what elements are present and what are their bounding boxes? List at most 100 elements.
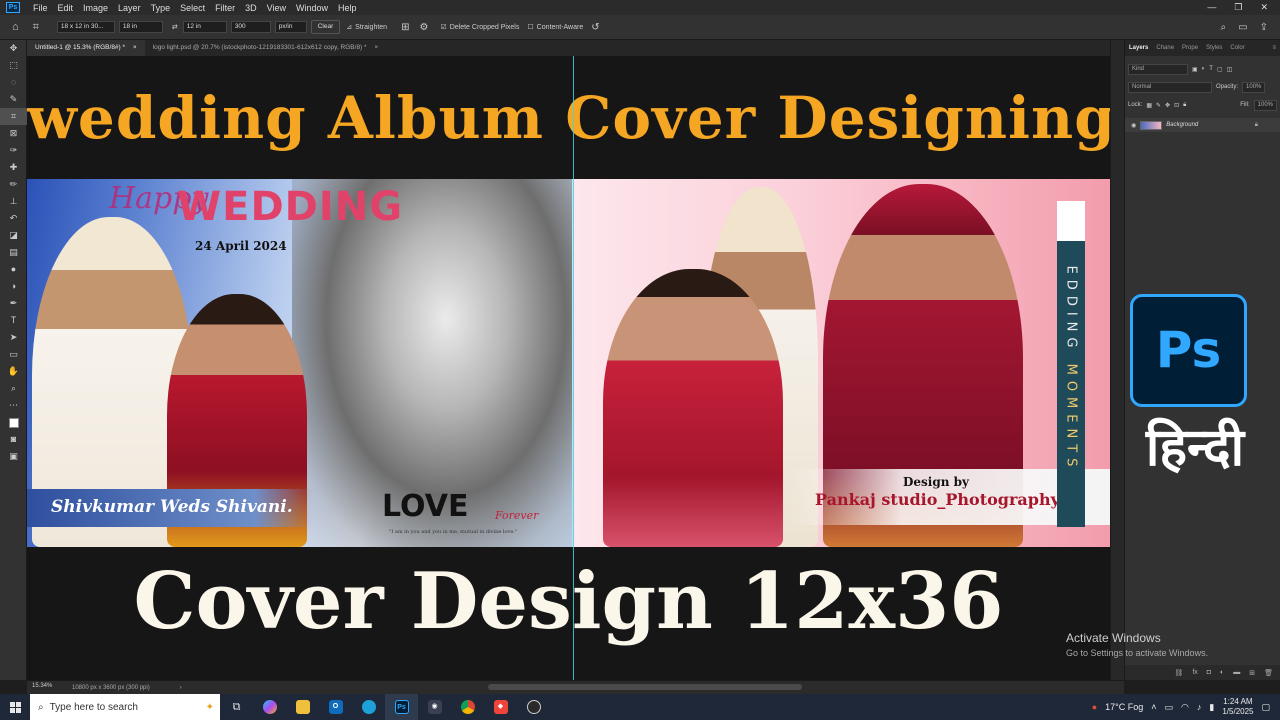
undo-reset-icon[interactable]: ↺ — [591, 22, 599, 33]
lock-artboard-icon[interactable]: ⊡ — [1174, 102, 1179, 109]
kind-filter-select[interactable]: Kind — [1128, 63, 1188, 75]
gear-icon[interactable]: ⚙ — [419, 22, 428, 33]
swap-icon[interactable]: ⇄ — [172, 23, 178, 31]
task-view-icon[interactable]: ⧉ — [220, 694, 253, 720]
lasso-tool-icon[interactable]: ◌ — [0, 74, 27, 91]
chrome-icon[interactable] — [451, 694, 484, 720]
zoom-level[interactable]: 15.34% — [32, 683, 52, 689]
pen-tool-icon[interactable]: ✒ — [0, 295, 27, 312]
new-layer-icon[interactable]: ⊞ — [1249, 669, 1255, 677]
tab-layers[interactable]: Layers — [1125, 45, 1152, 51]
move-tool-icon[interactable]: ✥ — [0, 40, 27, 57]
straighten-icon[interactable]: ⊿ — [346, 23, 352, 31]
document-size[interactable]: 10800 px x 3600 px (300 ppi) — [72, 685, 150, 691]
share-icon[interactable]: ⇪ — [1260, 22, 1268, 33]
photoshop-taskbar-icon[interactable]: Ps — [385, 694, 418, 720]
workspace-icon[interactable]: ▭ — [1238, 22, 1247, 33]
delete-layer-icon[interactable]: 🗑︎ — [1264, 669, 1273, 677]
tab-logo-light[interactable]: logo light.psd @ 20.7% (istockphoto-1219… — [145, 40, 387, 56]
content-aware-checkbox[interactable]: ☐ — [527, 23, 533, 31]
close-tab-icon[interactable]: × — [374, 44, 378, 51]
hand-tool-icon[interactable]: ✋ — [0, 363, 27, 380]
gradient-tool-icon[interactable]: ▤ — [0, 244, 27, 261]
close-tab-icon[interactable]: × — [133, 44, 137, 51]
tab-properties[interactable]: Prope — [1178, 45, 1202, 51]
menu-file[interactable]: File — [28, 3, 53, 13]
brush-tool-icon[interactable]: ✏ — [0, 176, 27, 193]
rectangle-tool-icon[interactable]: ▭ — [0, 346, 27, 363]
lock-move-icon[interactable]: ✥ — [1165, 102, 1170, 109]
copilot-icon[interactable] — [253, 694, 286, 720]
opacity-field[interactable]: 100% — [1242, 81, 1266, 93]
quick-mask-icon[interactable]: ◙ — [0, 431, 27, 448]
edge-icon[interactable] — [352, 694, 385, 720]
menu-3d[interactable]: 3D — [240, 3, 262, 13]
filter-type-icon[interactable]: T — [1209, 66, 1213, 72]
healing-brush-icon[interactable]: ✚ — [0, 159, 27, 176]
volume-icon[interactable]: ♪ — [1197, 702, 1202, 712]
horizontal-scrollbar[interactable] — [488, 684, 802, 690]
weather-icon[interactable]: ● — [1092, 702, 1097, 712]
menu-view[interactable]: View — [262, 3, 291, 13]
menu-type[interactable]: Type — [146, 3, 176, 13]
type-tool-icon[interactable]: T — [0, 312, 27, 329]
delete-cropped-checkbox[interactable]: ☑ — [440, 23, 446, 31]
marquee-tool-icon[interactable]: ⬚ — [0, 57, 27, 74]
maximize-icon[interactable]: ❐ — [1234, 2, 1242, 13]
path-select-icon[interactable]: ➤ — [0, 329, 27, 346]
photoshop-logo-icon[interactable]: Ps — [6, 2, 20, 13]
camera-app-icon[interactable]: ◉ — [418, 694, 451, 720]
network-icon[interactable]: ▭ — [1165, 702, 1174, 713]
layer-row-background[interactable]: ◉ Background 🔒︎ — [1125, 118, 1280, 132]
menu-filter[interactable]: Filter — [210, 3, 240, 13]
menu-image[interactable]: Image — [78, 3, 113, 13]
add-mask-icon[interactable]: ◘ — [1207, 669, 1211, 676]
tab-channels[interactable]: Chane — [1152, 45, 1178, 51]
crop-tool-icon[interactable]: ⌗ — [33, 21, 39, 34]
lock-all-icon[interactable]: 🔒︎ — [1183, 102, 1186, 109]
quick-select-tool-icon[interactable]: ✎ — [0, 91, 27, 108]
layer-style-icon[interactable]: fx — [1192, 669, 1197, 676]
file-explorer-icon[interactable] — [286, 694, 319, 720]
app-circle-icon[interactable] — [517, 694, 550, 720]
lock-paint-icon[interactable]: ✎ — [1156, 102, 1161, 109]
filter-adjust-icon[interactable]: ◐ — [1202, 66, 1206, 72]
frame-tool-icon[interactable]: ⊠ — [0, 125, 27, 142]
menu-help[interactable]: Help — [333, 3, 362, 13]
link-layers-icon[interactable]: ⛓ — [1174, 669, 1183, 677]
dodge-tool-icon[interactable]: ◑ — [0, 278, 27, 295]
screen-mode-icon[interactable]: ▣ — [0, 448, 27, 465]
blur-tool-icon[interactable]: ● — [0, 261, 27, 278]
menu-window[interactable]: Window — [291, 3, 333, 13]
home-icon[interactable]: ⌂ — [12, 21, 19, 33]
clock[interactable]: 1:24 AM 1/5/2025 — [1222, 697, 1253, 717]
eraser-tool-icon[interactable]: ◪ — [0, 227, 27, 244]
layer-name[interactable]: Background — [1166, 122, 1198, 128]
outlook-icon[interactable]: O — [319, 694, 352, 720]
tab-untitled-1[interactable]: Untitled-1 @ 15.3% (RGB/8#) * × — [27, 40, 145, 56]
menu-edit[interactable]: Edit — [53, 3, 79, 13]
taskbar-search[interactable]: ⌕ Type here to search ✦ — [30, 694, 220, 720]
filter-smart-icon[interactable]: ◫ — [1227, 66, 1233, 73]
history-brush-icon[interactable]: ↶ — [0, 210, 27, 227]
fill-field[interactable]: 100% — [1253, 99, 1277, 111]
lock-pixels-icon[interactable]: ▦ — [1146, 102, 1152, 109]
crop-tool-icon[interactable]: ⌗ — [0, 108, 27, 125]
filter-shape-icon[interactable]: ▢ — [1217, 66, 1223, 73]
status-arrow-icon[interactable]: › — [180, 685, 182, 691]
layer-lock-icon[interactable]: 🔒︎ — [1255, 122, 1258, 129]
resolution-field[interactable]: 300 — [230, 21, 271, 33]
tab-styles[interactable]: Styles — [1202, 45, 1226, 51]
width-field[interactable]: 18 in — [118, 21, 163, 33]
resolution-unit-select[interactable]: px/in — [274, 21, 307, 33]
weather-text[interactable]: 17°C Fog — [1105, 702, 1143, 712]
ratio-preset-select[interactable]: 18 x 12 in 30... — [56, 21, 115, 33]
search-icon[interactable]: ⌕ — [1221, 22, 1227, 33]
more-tools-icon[interactable]: ⋯ — [0, 397, 27, 414]
canvas-area[interactable]: wedding Album Cover Designing Happy WEDD… — [27, 56, 1110, 680]
close-icon[interactable]: ✕ — [1260, 2, 1268, 13]
battery-icon[interactable]: ▮ — [1209, 702, 1214, 713]
filter-pixel-icon[interactable]: ▣ — [1192, 66, 1198, 73]
menu-select[interactable]: Select — [175, 3, 210, 13]
straighten-label[interactable]: Straighten — [355, 24, 387, 31]
